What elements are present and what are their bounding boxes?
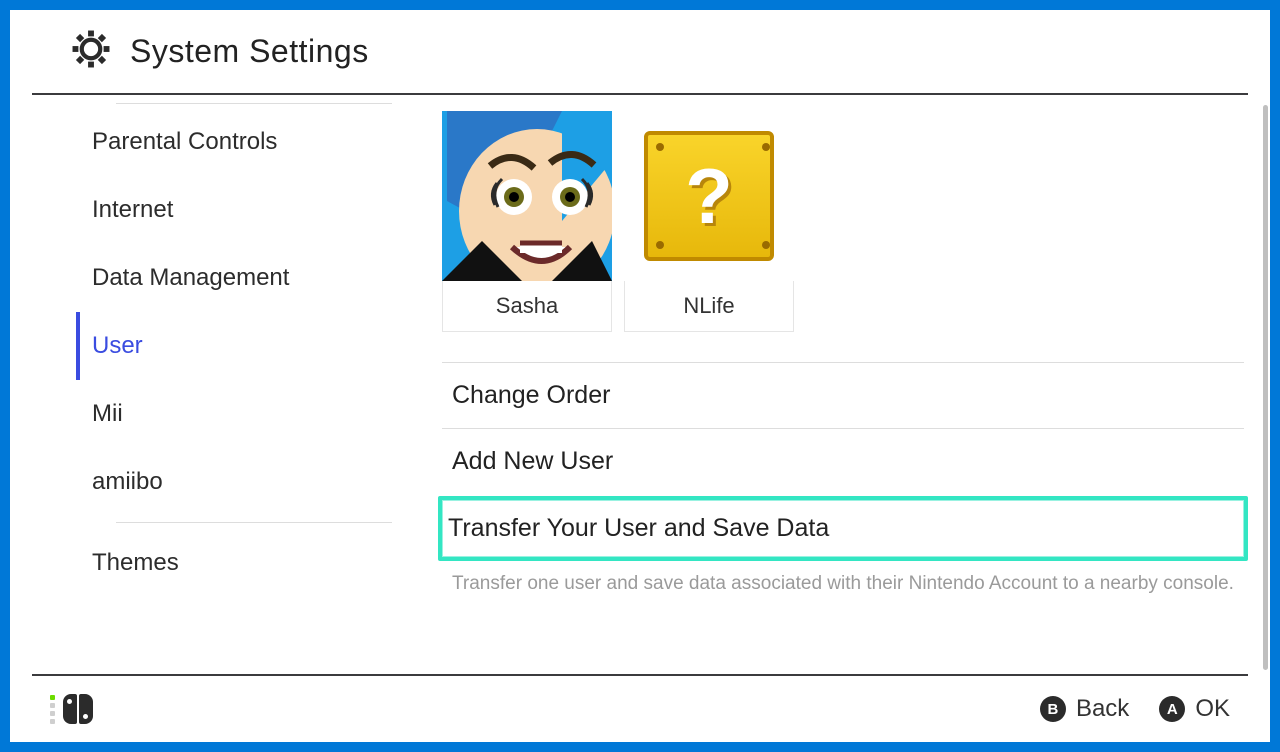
scrollbar[interactable] bbox=[1263, 105, 1268, 670]
sidebar-item-data-management[interactable]: Data Management bbox=[76, 244, 402, 312]
sidebar-item-themes[interactable]: Themes bbox=[76, 529, 402, 597]
b-button-icon: B bbox=[1040, 696, 1066, 722]
player-dots-icon bbox=[50, 695, 55, 724]
list-item-change-order[interactable]: Change Order bbox=[442, 363, 1244, 428]
gear-icon bbox=[70, 28, 112, 75]
sidebar-item-user[interactable]: User bbox=[76, 312, 402, 380]
user-card[interactable]: ? NLife bbox=[624, 111, 794, 332]
list-item-transfer[interactable]: Transfer Your User and Save Data bbox=[438, 496, 1248, 561]
controller-status bbox=[50, 694, 93, 724]
avatar bbox=[442, 111, 612, 281]
user-cards: Sasha ? NLife bbox=[442, 111, 1244, 332]
sidebar-top-divider bbox=[116, 103, 392, 104]
user-name: Sasha bbox=[496, 281, 558, 319]
avatar: ? bbox=[624, 111, 794, 281]
joycon-icon bbox=[63, 694, 93, 724]
user-name: NLife bbox=[683, 281, 734, 319]
sidebar-item-internet[interactable]: Internet bbox=[76, 176, 402, 244]
list-item-add-new-user[interactable]: Add New User bbox=[442, 429, 1244, 494]
option-list: Change Order Add New User Transfer Your … bbox=[442, 362, 1244, 597]
page-title: System Settings bbox=[130, 33, 369, 70]
watermark: OLD CONSOLE bbox=[1071, 716, 1274, 748]
sidebar-divider bbox=[116, 522, 392, 523]
question-block-icon: ? bbox=[644, 131, 774, 261]
sidebar-item-parental-controls[interactable]: Parental Controls bbox=[76, 108, 402, 176]
list-item-description: Transfer one user and save data associat… bbox=[442, 563, 1244, 597]
content: Sasha ? NLife Change Order Add New User … bbox=[402, 95, 1248, 674]
user-card[interactable]: Sasha bbox=[442, 111, 612, 332]
sidebar-item-amiibo[interactable]: amiibo bbox=[76, 448, 402, 516]
sidebar-item-mii[interactable]: Mii bbox=[76, 380, 402, 448]
sidebar: Parental Controls Internet Data Manageme… bbox=[32, 95, 402, 674]
header: System Settings bbox=[10, 10, 1270, 93]
